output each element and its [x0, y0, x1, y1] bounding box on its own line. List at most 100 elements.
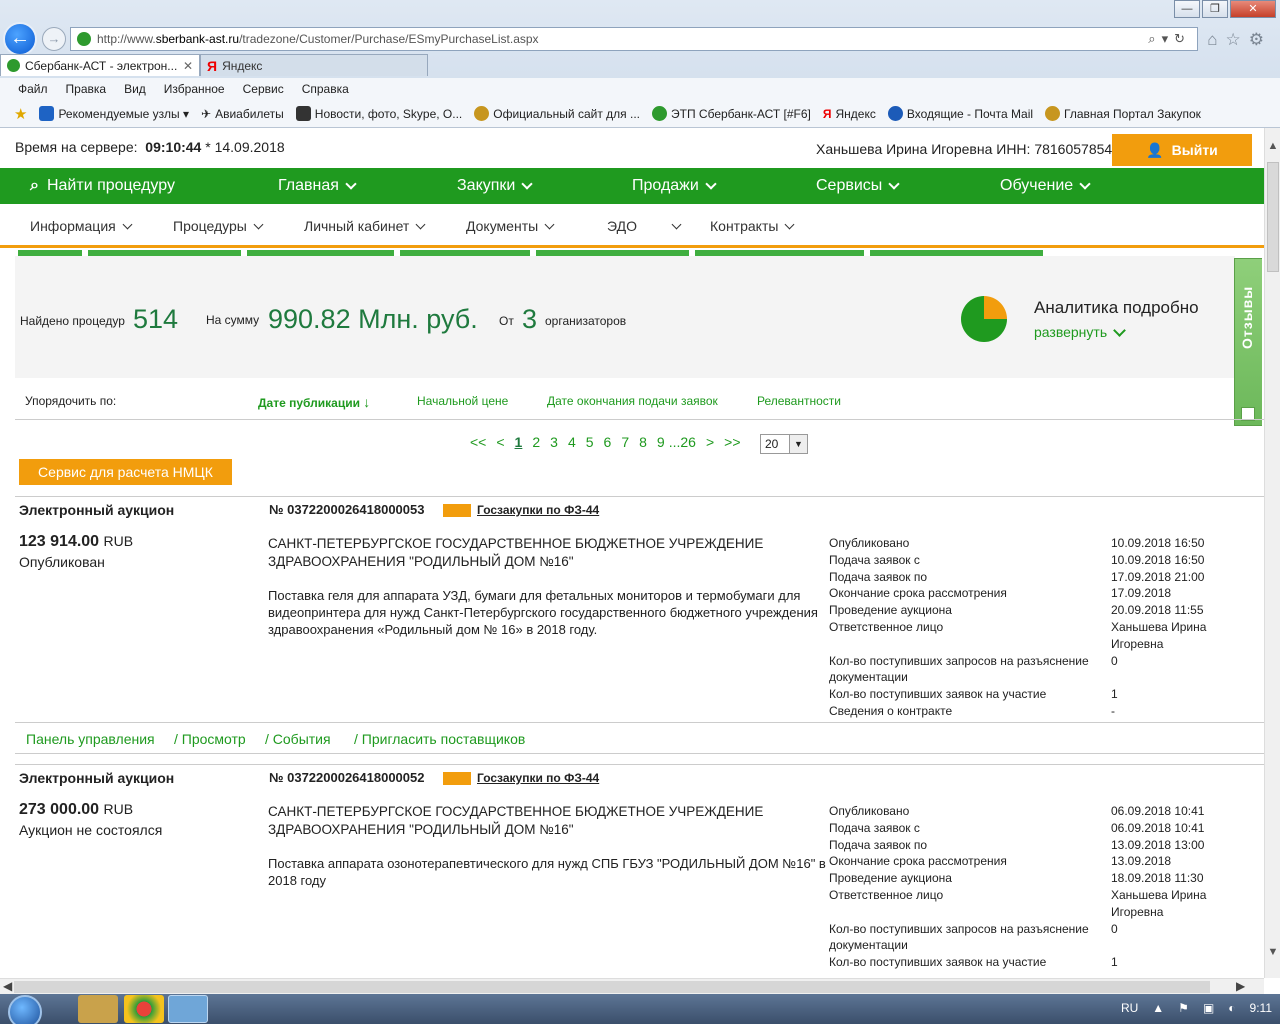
explorer-icon[interactable]: [78, 995, 118, 1023]
page-link[interactable]: 8: [639, 434, 647, 450]
procedure-number[interactable]: № 0372200026418000052: [269, 770, 424, 785]
subnav-documents[interactable]: Документы: [466, 218, 555, 234]
page-content: Время на сервере: 09:10:44 * 14.09.2018 …: [0, 128, 1264, 978]
mail-icon: [887, 106, 903, 121]
procedure-number[interactable]: № 0372200026418000053: [269, 502, 424, 517]
horizontal-scrollbar[interactable]: ◀ ▶: [0, 978, 1264, 994]
fav-etp[interactable]: ЭТП Сбербанк-АСТ [#F6]: [652, 106, 811, 121]
subnav-cabinet[interactable]: Личный кабинет: [304, 218, 426, 234]
events-link[interactable]: / События: [265, 731, 331, 747]
page-prev[interactable]: <: [496, 434, 504, 450]
menu-file[interactable]: Файл: [18, 82, 48, 96]
address-tools-icon[interactable]: ⌕▾↻: [1148, 31, 1191, 47]
nav-services[interactable]: Сервисы: [816, 177, 900, 195]
sberbank-icon: [652, 106, 668, 121]
sort-by-date[interactable]: Дате публикации ↓: [258, 394, 370, 410]
menu-edit[interactable]: Правка: [66, 82, 107, 96]
analytics-pie-icon[interactable]: [961, 296, 1007, 342]
scroll-thumb[interactable]: [1267, 162, 1279, 272]
procedure-law[interactable]: Госзакупки по ФЗ-44: [443, 771, 599, 785]
per-page-select[interactable]: 20 ▼: [760, 434, 808, 454]
found-value: 514: [133, 304, 179, 334]
procedure-law[interactable]: Госзакупки по ФЗ-44: [443, 503, 599, 517]
sberbank-icon: [7, 59, 20, 72]
close-window-button[interactable]: ✕: [1230, 0, 1276, 18]
page-link[interactable]: 3: [550, 434, 558, 450]
fav-yandex[interactable]: Я Яндекс: [823, 107, 876, 121]
page-last-number[interactable]: ...26: [669, 434, 696, 450]
page-next[interactable]: >: [706, 434, 714, 450]
view-link[interactable]: / Просмотр: [174, 731, 246, 747]
window-controls: — ❐ ✕: [1174, 0, 1276, 18]
forward-button[interactable]: →: [42, 27, 66, 51]
menu-favorites[interactable]: Избранное: [164, 82, 225, 96]
scroll-up-icon[interactable]: ▲: [1265, 140, 1280, 152]
menu-tools[interactable]: Сервис: [243, 82, 284, 96]
scroll-thumb[interactable]: [14, 981, 1210, 993]
scroll-left-icon[interactable]: ◀: [3, 979, 12, 993]
fav-avia[interactable]: ✈ Авиабилеты: [201, 107, 284, 121]
back-button[interactable]: ←: [3, 22, 37, 56]
home-star-gear-icons[interactable]: ⌂☆⚙: [1207, 30, 1272, 50]
sort-by-price[interactable]: Начальной цене: [417, 394, 508, 408]
page-link[interactable]: 7: [621, 434, 629, 450]
nav-sales[interactable]: Продажи: [632, 177, 717, 195]
page-link[interactable]: 5: [586, 434, 594, 450]
nav-training[interactable]: Обучение: [1000, 177, 1091, 195]
subnav-contracts[interactable]: Контракты: [710, 218, 795, 234]
user-icon: 👤: [1146, 141, 1164, 158]
flag-icon[interactable]: ⚑: [1178, 1001, 1189, 1015]
vertical-scrollbar[interactable]: ▲ ▼: [1264, 128, 1280, 978]
fav-news[interactable]: Новости, фото, Skype, О...: [295, 106, 462, 121]
maximize-button[interactable]: ❐: [1202, 0, 1228, 18]
control-panel-link[interactable]: Панель управления: [26, 731, 155, 747]
sort-by-deadline[interactable]: Дате окончания подачи заявок: [547, 394, 718, 408]
from-value: 3: [522, 304, 538, 334]
sort-by-relevance[interactable]: Релевантности: [757, 394, 841, 408]
volume-icon[interactable]: ◐: [1228, 1001, 1235, 1015]
procedure-description: Поставка аппарата озонотерапевтического …: [268, 856, 826, 888]
network-icon[interactable]: ▣: [1203, 1001, 1214, 1015]
scroll-right-icon[interactable]: ▶: [1236, 979, 1245, 993]
language-indicator[interactable]: RU: [1121, 1001, 1138, 1015]
chrome-icon[interactable]: [124, 995, 164, 1023]
address-bar[interactable]: http://www.sberbank-ast.ru/tradezone/Cus…: [70, 27, 1198, 51]
search-icon: ⌕: [30, 177, 39, 194]
nav-main[interactable]: Главная: [278, 177, 357, 195]
fav-zakupki[interactable]: Главная Портал Закупок: [1045, 106, 1201, 121]
subnav-info[interactable]: Информация: [30, 218, 133, 234]
page-link[interactable]: 2: [532, 434, 540, 450]
menu-view[interactable]: Вид: [124, 82, 146, 96]
start-button[interactable]: [8, 995, 42, 1024]
close-tab-icon[interactable]: ✕: [183, 59, 193, 73]
page-link[interactable]: 9: [657, 434, 665, 450]
page-end[interactable]: >>: [724, 434, 740, 450]
fav-recommended[interactable]: Рекомендуемые узлы ▾: [39, 106, 189, 121]
favorites-star-icon[interactable]: ★: [14, 105, 27, 123]
tab-sberbank[interactable]: Сбербанк-АСТ - электрон... ✕: [0, 54, 200, 76]
tab-yandex[interactable]: Я Яндекс: [200, 54, 428, 76]
tab-strip: Сбербанк-АСТ - электрон... ✕ Я Яндекс: [0, 54, 1280, 76]
subnav-procedures[interactable]: Процедуры: [173, 218, 264, 234]
analytics-expand-link[interactable]: развернуть: [1034, 323, 1126, 340]
menu-help[interactable]: Справка: [302, 82, 349, 96]
fav-official[interactable]: Официальный сайт для ...: [474, 106, 640, 121]
page-first[interactable]: <<: [470, 434, 486, 450]
tray-arrow-icon[interactable]: ▲: [1152, 1001, 1164, 1015]
page-link[interactable]: 4: [568, 434, 576, 450]
subnav-edo[interactable]: ЭДО: [607, 218, 682, 234]
scroll-down-icon[interactable]: ▼: [1265, 946, 1280, 958]
clock[interactable]: 9:11: [1250, 1001, 1272, 1015]
page-link[interactable]: 6: [604, 434, 612, 450]
exit-button[interactable]: 👤 Выйти: [1112, 134, 1252, 166]
fav-mail[interactable]: Входящие - Почта Mail: [887, 106, 1033, 121]
invite-suppliers-link[interactable]: / Пригласить поставщиков: [354, 731, 525, 747]
nav-find-procedure[interactable]: ⌕ Найти процедуру: [30, 177, 175, 195]
sub-nav: Информация Процедуры Личный кабинет Доку…: [0, 204, 1264, 248]
minimize-button[interactable]: —: [1174, 0, 1200, 18]
chevron-down-icon: [1079, 178, 1091, 190]
nav-purchases[interactable]: Закупки: [457, 177, 534, 195]
page-current[interactable]: 1: [515, 434, 523, 450]
ie-icon[interactable]: [168, 995, 208, 1023]
nmck-service-button[interactable]: Сервис для расчета НМЦК: [19, 459, 232, 485]
